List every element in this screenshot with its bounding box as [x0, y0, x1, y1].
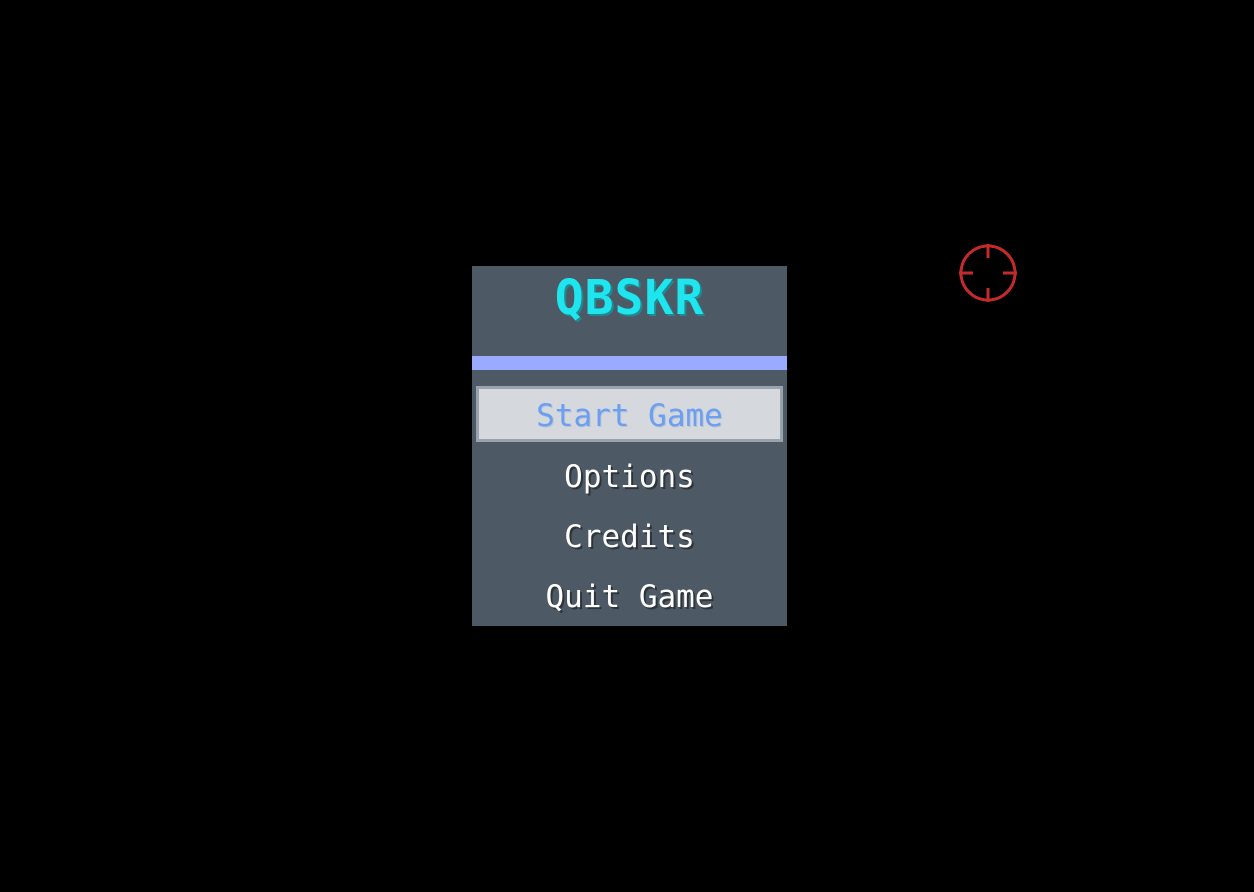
menu-item-start-game[interactable]: Start Game [476, 386, 783, 442]
crosshair-icon [959, 244, 1017, 302]
menu-item-options[interactable]: Options [476, 450, 783, 506]
game-title: QBSKR [554, 270, 705, 326]
menu-item-credits[interactable]: Credits [476, 510, 783, 566]
menu-item-quit-game[interactable]: Quit Game [476, 570, 783, 626]
title-divider [472, 356, 787, 370]
game-screen: QBSKR Start Game Options Credits Quit Ga… [0, 0, 1254, 892]
main-menu-panel: QBSKR Start Game Options Credits Quit Ga… [472, 266, 787, 626]
